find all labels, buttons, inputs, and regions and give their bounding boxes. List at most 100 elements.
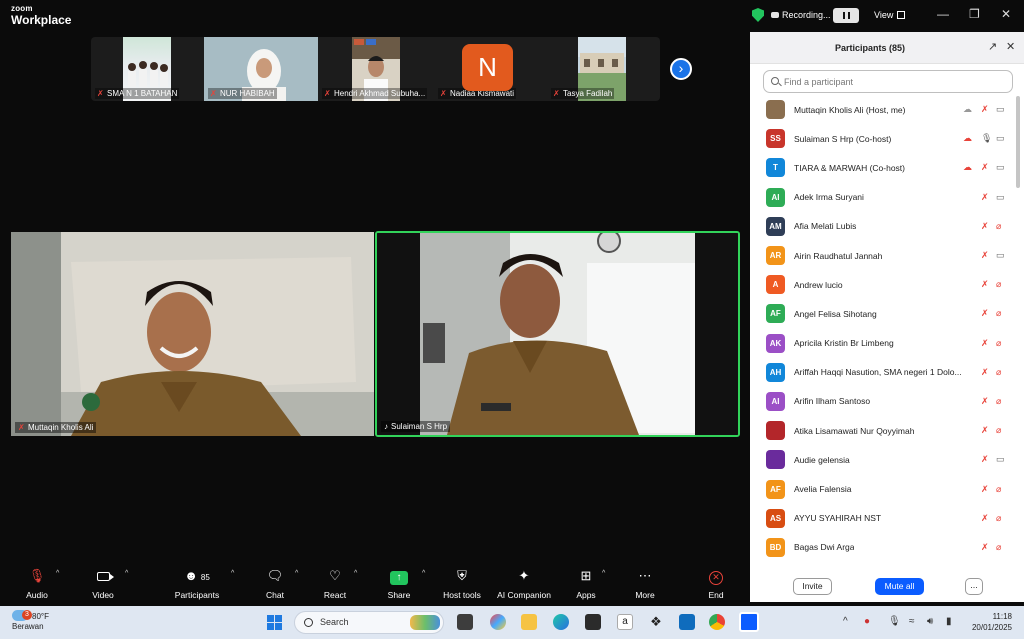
react-options-chevron-icon[interactable]: ^ (354, 570, 357, 577)
participant-row[interactable]: SS Sulaiman S Hrp (Co-host) ☁ 🎙︎ ▭ (750, 124, 1018, 153)
mic-muted-icon[interactable]: ✗ (981, 542, 989, 553)
mic-muted-icon[interactable]: ✗ (981, 513, 989, 524)
battery-icon[interactable]: ▮ (946, 616, 952, 627)
more-options-button[interactable]: ... (965, 578, 983, 595)
outlook-icon[interactable] (679, 614, 695, 630)
video-options-chevron-icon[interactable]: ^ (125, 570, 128, 577)
recording-indicator[interactable]: Recording... (771, 10, 831, 20)
video-off-icon[interactable]: ⌀ (996, 513, 1001, 524)
more-button[interactable]: ⋯ More (630, 564, 660, 606)
thumbnail-tile[interactable]: ✗ Tasya Fadilah (547, 37, 660, 101)
video-on-icon[interactable]: ▭ (996, 162, 1005, 173)
video-button[interactable]: Video (86, 564, 120, 606)
restore-icon[interactable]: ❐ (969, 7, 980, 21)
share-button[interactable]: ↑ Share (384, 564, 414, 606)
participants-button[interactable]: ☻ 85 Participants (170, 564, 224, 606)
participant-search-input[interactable]: Find a participant (763, 70, 1013, 93)
video-on-icon[interactable]: ▭ (996, 454, 1005, 465)
participant-row[interactable]: AF Angel Felisa Sihotang ✗ ⌀ (750, 299, 1018, 328)
apps-options-chevron-icon[interactable]: ^ (602, 570, 605, 577)
mic-muted-icon[interactable]: ✗ (981, 221, 989, 232)
apps-button[interactable]: ⊞ Apps (572, 564, 600, 606)
zoom-app-icon[interactable] (739, 612, 759, 632)
participant-row[interactable]: AH Ariffah Haqqi Nasution, SMA negeri 1 D… (750, 358, 1018, 387)
copilot-icon[interactable] (490, 614, 506, 630)
thumbnail-tile[interactable]: ✗ NUR HABIBAH (204, 37, 318, 101)
participants-options-chevron-icon[interactable]: ^ (231, 570, 234, 577)
pause-recording-button[interactable] (833, 8, 859, 23)
amazon-icon[interactable]: a (617, 614, 633, 630)
mic-muted-icon[interactable]: ✗ (981, 425, 989, 436)
audio-options-chevron-icon[interactable]: ^ (56, 570, 59, 577)
video-off-icon[interactable]: ⌀ (996, 484, 1001, 495)
taskbar-search[interactable]: Search (294, 611, 444, 634)
mic-muted-icon[interactable]: ✗ (981, 338, 989, 349)
host-tools-button[interactable]: ⛨ Host tools (440, 564, 484, 606)
show-hidden-icons-chevron-icon[interactable]: ^ (843, 616, 848, 627)
video-off-icon[interactable]: ⌀ (996, 308, 1001, 319)
participant-row[interactable]: Atika Lisamawati Nur Qoyyimah ✗ ⌀ (750, 416, 1018, 445)
mic-muted-icon[interactable]: ✗ (981, 104, 989, 115)
view-button[interactable]: View (874, 10, 906, 20)
participant-row[interactable]: BD Bagas Dwi Arga ✗ ⌀ (750, 533, 1018, 562)
participant-row[interactable]: Audie gelensia ✗ ▭ (750, 445, 1018, 474)
video-off-icon[interactable]: ⌀ (996, 396, 1001, 407)
participant-list-scrollbar[interactable] (1016, 96, 1020, 188)
mic-muted-icon[interactable]: ✗ (981, 484, 989, 495)
chrome-icon[interactable] (709, 614, 725, 630)
participant-row[interactable]: AR Airin Raudhatul Jannah ✗ ▭ (750, 241, 1018, 270)
mic-muted-icon[interactable]: ✗ (981, 162, 989, 173)
share-options-chevron-icon[interactable]: ^ (422, 570, 425, 577)
close-icon[interactable]: ✕ (1001, 7, 1011, 21)
video-on-icon[interactable]: ▭ (996, 133, 1005, 144)
mic-muted-icon[interactable]: ✗ (981, 192, 989, 203)
ai-companion-button[interactable]: ✦ AI Companion (494, 564, 554, 606)
mic-muted-icon[interactable]: ✗ (981, 454, 989, 465)
security-shield-icon[interactable] (752, 8, 764, 22)
system-clock[interactable]: 11:18 20/01/2025 (968, 611, 1012, 633)
participant-row[interactable]: AI Arifin Ilham Santoso ✗ ⌀ (750, 387, 1018, 416)
participant-row[interactable]: Muttaqin Kholis Ali (Host, me) ☁ ✗ ▭ (750, 95, 1018, 124)
participant-row[interactable]: T TIARA & MARWAH (Co-host) ☁ ✗ ▭ (750, 153, 1018, 182)
mic-muted-icon[interactable]: ✗ (981, 367, 989, 378)
dropbox-icon[interactable]: ❖ (648, 614, 664, 630)
volume-icon[interactable]: 🔊︎ (927, 616, 933, 627)
pop-out-icon[interactable]: ↗ (988, 40, 997, 53)
participant-row[interactable]: AS AYYU SYAHIRAH NST ✗ ⌀ (750, 504, 1018, 533)
participant-row[interactable]: AI Adek Irma Suryani ✗ ▭ (750, 183, 1018, 212)
video-on-icon[interactable]: ▭ (996, 250, 1005, 261)
end-meeting-button[interactable]: ✕ End (702, 564, 730, 606)
store-icon[interactable] (585, 614, 601, 630)
recording-tray-icon[interactable]: ● (864, 616, 870, 627)
next-page-chevron-icon[interactable]: › (670, 58, 692, 80)
minimize-icon[interactable]: — (937, 7, 949, 21)
participant-row[interactable]: AM Afia Melati Lubis ✗ ⌀ (750, 212, 1018, 241)
participant-row[interactable]: AK Apricila Kristin Br Limbeng ✗ ⌀ (750, 329, 1018, 358)
windows-start-icon[interactable] (267, 615, 282, 630)
weather-widget[interactable]: 3 80°F Berawan (12, 610, 49, 631)
chat-options-chevron-icon[interactable]: ^ (295, 570, 298, 577)
participant-row[interactable]: AF Avelia Falensia ✗ ⌀ (750, 474, 1018, 503)
mic-muted-icon[interactable]: ✗ (981, 308, 989, 319)
thumbnail-tile[interactable]: ✗ Hendri Akhmad Subuha... (318, 37, 434, 101)
video-tile[interactable]: ✗ Muttaqin Kholis Ali (11, 232, 374, 436)
mic-on-icon[interactable]: 🎙︎ (981, 133, 992, 144)
video-off-icon[interactable]: ⌀ (996, 279, 1001, 290)
mic-muted-icon[interactable]: ✗ (981, 396, 989, 407)
edge-icon[interactable] (553, 614, 569, 630)
react-button[interactable]: ♡ React (320, 564, 350, 606)
video-on-icon[interactable]: ▭ (996, 104, 1005, 115)
video-on-icon[interactable]: ▭ (996, 192, 1005, 203)
video-off-icon[interactable]: ⌀ (996, 338, 1001, 349)
video-off-icon[interactable]: ⌀ (996, 542, 1001, 553)
video-off-icon[interactable]: ⌀ (996, 425, 1001, 436)
chat-button[interactable]: 🗨︎ Chat (262, 564, 288, 606)
task-view-icon[interactable] (457, 614, 473, 630)
video-off-icon[interactable]: ⌀ (996, 221, 1001, 232)
audio-button[interactable]: 🎙︎ Audio (20, 564, 54, 606)
mic-muted-icon[interactable]: ✗ (981, 279, 989, 290)
microphone-icon[interactable]: 🎙︎ (888, 616, 901, 627)
wifi-icon[interactable]: ≈ (909, 616, 915, 627)
video-off-icon[interactable]: ⌀ (996, 367, 1001, 378)
thumbnail-tile[interactable]: ✗ SMA N 1 BATAHAN (91, 37, 204, 101)
